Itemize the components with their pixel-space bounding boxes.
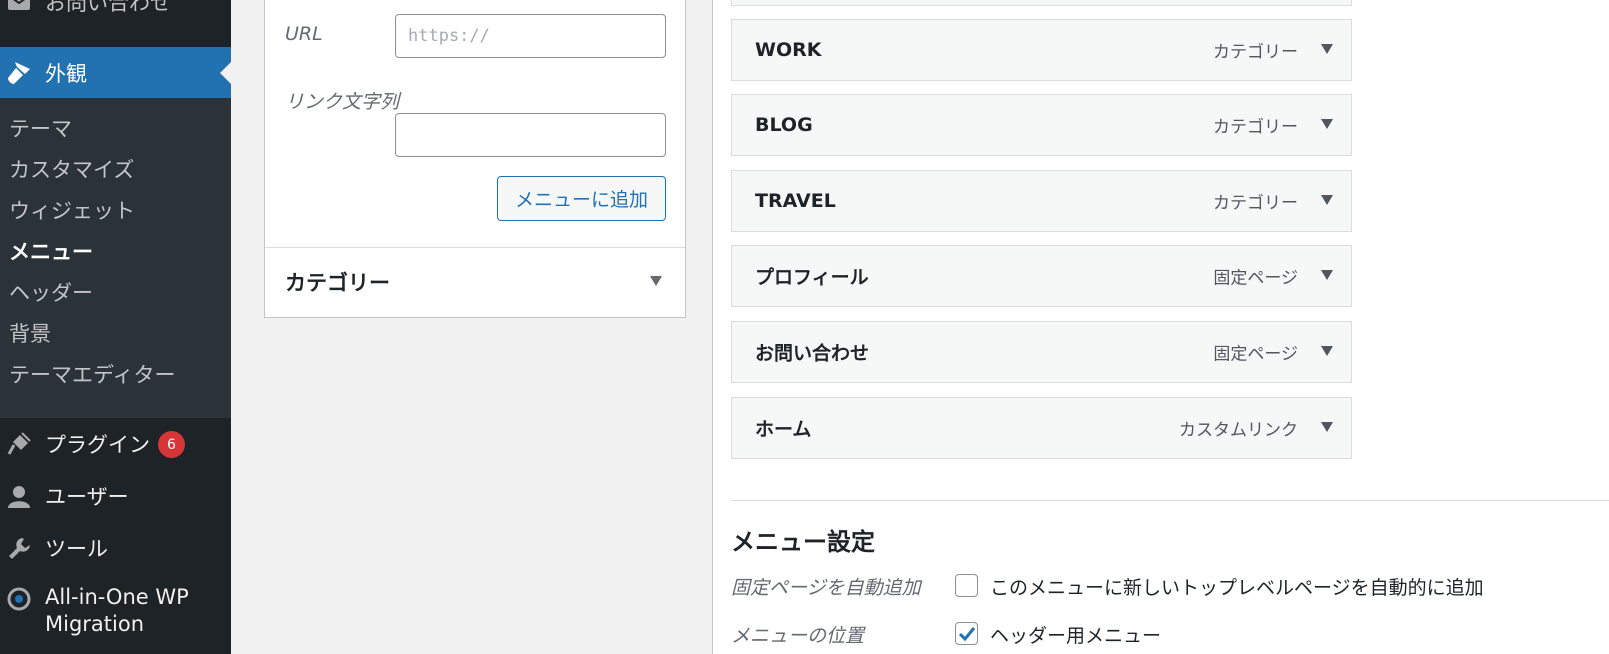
menu-item-type: カテゴリー xyxy=(1213,117,1298,138)
sidebar-item-label: 外観 xyxy=(45,61,87,86)
submenu-item-menus[interactable]: メニュー xyxy=(9,236,93,266)
sidebar-item-users[interactable]: ユーザー xyxy=(0,476,231,516)
user-icon xyxy=(4,481,34,511)
submenu-item-header[interactable]: ヘッダー xyxy=(9,277,93,307)
divider xyxy=(731,500,1609,501)
wrench-icon xyxy=(4,533,34,563)
menu-item-type: 固定ページ xyxy=(1213,268,1298,289)
submenu-item-background[interactable]: 背景 xyxy=(9,318,51,348)
add-menu-items-panel: URL リンク文字列 メニューに追加 カテゴリー xyxy=(264,0,686,318)
auto-add-pages-checkbox[interactable] xyxy=(955,574,978,597)
chevron-down-icon[interactable] xyxy=(1321,44,1333,54)
menu-item[interactable]: プロフィール 固定ページ xyxy=(731,245,1352,307)
migration-icon xyxy=(4,584,34,614)
header-menu-text[interactable]: ヘッダー用メニュー xyxy=(990,621,1161,648)
sidebar-item-contact[interactable]: お問い合わせ xyxy=(0,0,231,22)
menu-location-label: メニューの位置 xyxy=(731,625,865,647)
sidebar-item-label: プラグイン 6 xyxy=(45,429,185,459)
sidebar-item-appearance[interactable]: 外観 xyxy=(0,47,231,98)
submenu-item-widgets[interactable]: ウィジェット xyxy=(9,195,135,225)
sidebar-item-label: ツール xyxy=(45,537,108,561)
link-text-input[interactable] xyxy=(395,113,666,157)
sidebar-item-plugins[interactable]: プラグイン 6 xyxy=(0,424,231,464)
aio-label-line1: All-in-One WP xyxy=(45,585,189,609)
submenu-item-customize[interactable]: カスタマイズ xyxy=(9,154,134,184)
divider xyxy=(265,247,685,248)
sidebar-item-label: All-in-One WP Migration xyxy=(45,584,189,638)
menu-structure-panel: WORK カテゴリー BLOG カテゴリー TRAVEL カテゴリー プロフィー… xyxy=(712,0,1609,654)
auto-add-pages-text[interactable]: このメニューに新しいトップレベルページを自動的に追加 xyxy=(990,573,1484,600)
header-menu-checkbox[interactable] xyxy=(955,622,978,645)
envelope-icon xyxy=(4,0,34,17)
submenu-item-themes[interactable]: テーマ xyxy=(9,113,72,143)
categories-accordion-title[interactable]: カテゴリー xyxy=(285,267,390,297)
link-text-label: リンク文字列 xyxy=(285,91,400,113)
chevron-down-icon[interactable] xyxy=(1321,422,1333,432)
menu-item-title: お問い合わせ xyxy=(755,342,870,365)
chevron-down-icon[interactable] xyxy=(1321,346,1333,356)
menu-item-type: 固定ページ xyxy=(1213,344,1298,365)
menu-item-type: カテゴリー xyxy=(1213,193,1298,214)
sidebar-item-all-in-one-migration[interactable]: All-in-One WP Migration xyxy=(0,582,231,646)
auto-add-pages-label: 固定ページを自動追加 xyxy=(731,577,921,599)
chevron-down-icon[interactable] xyxy=(1321,195,1333,205)
submenu-item-theme-editor[interactable]: テーマエディター xyxy=(9,359,176,389)
menu-item-title: プロフィール xyxy=(755,266,869,289)
update-count-badge: 6 xyxy=(158,431,185,458)
url-input[interactable] xyxy=(395,14,666,58)
plugins-label: プラグイン xyxy=(45,433,150,457)
menu-item-type: カスタムリンク xyxy=(1179,420,1298,441)
sidebar-item-label: お問い合わせ xyxy=(45,0,171,15)
menu-item-title: WORK xyxy=(755,39,822,61)
sidebar-item-label: ユーザー xyxy=(45,485,129,509)
url-label: URL xyxy=(285,23,323,45)
appearance-submenu: テーマ カスタマイズ ウィジェット メニュー ヘッダー 背景 テーマエディター xyxy=(0,98,231,418)
admin-sidebar: お問い合わせ 外観 テーマ カスタマイズ ウィジェット メニュー ヘッダー 背景… xyxy=(0,0,231,654)
chevron-down-icon[interactable] xyxy=(1321,119,1333,129)
plugin-icon xyxy=(4,429,34,459)
menu-item[interactable]: BLOG カテゴリー xyxy=(731,94,1352,156)
menu-item[interactable]: ホーム カスタムリンク xyxy=(731,397,1352,459)
paintbrush-icon xyxy=(4,58,34,88)
menu-item[interactable]: お問い合わせ 固定ページ xyxy=(731,321,1352,383)
checkmark-icon xyxy=(958,626,975,641)
aio-label-line2: Migration xyxy=(45,612,145,636)
add-to-menu-button[interactable]: メニューに追加 xyxy=(497,176,666,221)
menu-item-title: BLOG xyxy=(755,114,813,136)
menu-item-title: ホーム xyxy=(755,418,812,441)
menu-item-title: TRAVEL xyxy=(755,190,836,212)
sidebar-item-tools[interactable]: ツール xyxy=(0,528,231,568)
menu-settings-title: メニュー設定 xyxy=(731,528,875,556)
menu-item[interactable]: WORK カテゴリー xyxy=(731,19,1352,81)
menu-item-type: カテゴリー xyxy=(1213,42,1298,63)
chevron-down-icon[interactable] xyxy=(650,276,662,286)
chevron-down-icon[interactable] xyxy=(1321,270,1333,280)
menu-item-partial xyxy=(731,0,1352,6)
menu-item[interactable]: TRAVEL カテゴリー xyxy=(731,170,1352,232)
